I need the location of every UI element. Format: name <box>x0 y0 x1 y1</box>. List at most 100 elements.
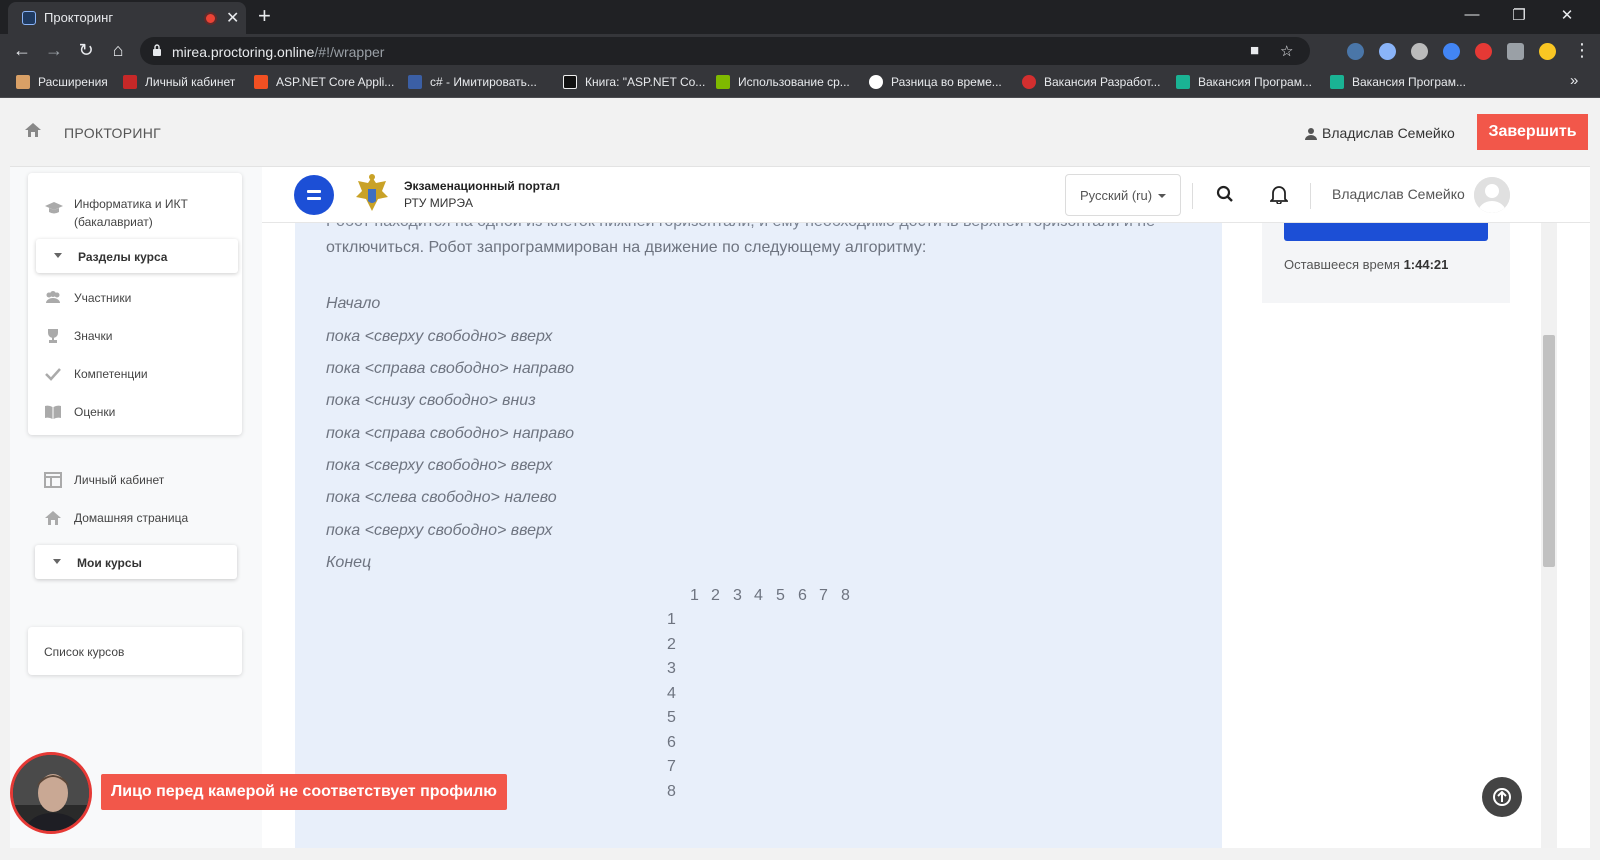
course-sections-toggle[interactable]: Разделы курса <box>36 239 238 273</box>
compass-extension-icon[interactable] <box>1411 43 1428 60</box>
back-icon[interactable]: ← <box>10 40 34 61</box>
algorithm-line: Начало <box>326 295 381 312</box>
finish-attempt-button[interactable] <box>1284 223 1488 241</box>
bookmark-item[interactable]: Вакансия Програм... <box>1330 75 1466 89</box>
close-window-icon[interactable]: ✕ <box>1552 6 1582 24</box>
bookmark-item[interactable]: Книга: "ASP.NET Co... <box>563 75 705 89</box>
downloads-icon[interactable] <box>1443 43 1460 60</box>
users-icon <box>46 291 60 303</box>
microsoft-icon <box>254 75 268 89</box>
site-header: Экзаменационный портал РТУ МИРЭА Русский… <box>262 167 1590 223</box>
adblock-extension-icon[interactable] <box>1475 43 1492 60</box>
dashboard-icon <box>44 472 62 488</box>
browser-tab[interactable]: Прокторинг ✕ <box>8 2 246 34</box>
time-remaining-value: 1:44:21 <box>1403 257 1449 272</box>
bell-icon[interactable] <box>1270 185 1288 204</box>
drawer-toggle-button[interactable] <box>294 175 334 215</box>
grid-column-header: 3 <box>733 587 742 604</box>
book-icon <box>563 75 577 89</box>
nav-item-label: Компетенции <box>74 367 148 381</box>
nav-item-participants[interactable]: Участники <box>28 283 242 313</box>
caret-down-icon <box>53 559 61 564</box>
bookmark-item[interactable]: Расширения <box>16 75 108 89</box>
language-select[interactable]: Русский (ru) <box>1065 174 1181 216</box>
tab-title: Прокторинг <box>44 10 114 25</box>
my-courses-label: Мои курсы <box>77 556 142 570</box>
kebab-menu-icon[interactable]: ⋮ <box>1570 40 1594 61</box>
download-extension-icon[interactable] <box>1379 43 1396 60</box>
camera-icon[interactable]: ■ <box>1250 42 1259 59</box>
grid-row-header: 3 <box>667 660 676 677</box>
home-icon[interactable] <box>24 122 42 138</box>
course-name-link[interactable]: Информатика и ИКТ (бакалавриат) <box>74 195 224 231</box>
bookmark-item[interactable]: c# - Имитировать... <box>408 75 537 89</box>
search-icon[interactable] <box>1216 185 1234 203</box>
puzzle-icon[interactable] <box>1507 43 1524 60</box>
bookmark-item[interactable]: ASP.NET Core Appli... <box>254 75 394 89</box>
clock-icon <box>869 75 883 89</box>
bookmark-item[interactable]: Личный кабинет <box>123 75 235 89</box>
home-icon[interactable]: ⌂ <box>106 40 130 61</box>
restore-icon[interactable]: ❐ <box>1504 6 1534 24</box>
stackoverflow-icon <box>408 75 422 89</box>
user-avatar-icon <box>1474 177 1510 213</box>
language-value: Русский (ru) <box>1080 188 1153 203</box>
proctoring-bar: ПРОКТОРИНГ Владислав Семейко Завершить <box>0 98 1600 168</box>
minimize-icon[interactable]: — <box>1457 6 1487 23</box>
nav-item-competencies[interactable]: Компетенции <box>28 359 242 389</box>
star-icon[interactable]: ☆ <box>1280 42 1293 60</box>
nav-item-label: Оценки <box>74 405 116 419</box>
vk-extension-icon[interactable] <box>1347 43 1364 60</box>
nav-item-label: Значки <box>74 329 113 343</box>
close-tab-icon[interactable]: ✕ <box>226 8 239 28</box>
nav-item-dashboard[interactable]: Личный кабинет <box>28 465 242 495</box>
back-to-top-button[interactable] <box>1482 777 1522 817</box>
nav-item-grades[interactable]: Оценки <box>28 397 242 427</box>
reload-icon[interactable]: ↻ <box>74 40 98 61</box>
exam-frame: Информатика и ИКТ (бакалавриат) Разделы … <box>10 166 1590 848</box>
grid-column-header: 6 <box>798 587 807 604</box>
bookmark-item[interactable]: Вакансия Разработ... <box>1022 75 1160 89</box>
grid-row-header: 4 <box>667 685 676 702</box>
graduation-cap-icon <box>45 202 63 214</box>
lock-icon <box>153 44 161 56</box>
algorithm-line: пока <слева свободно> налево <box>326 489 557 506</box>
browser-tab-bar: Прокторинг ✕ + — ❐ ✕ <box>0 0 1600 34</box>
algorithm-line: пока <сверху свободно> вверх <box>326 522 553 539</box>
address-bar[interactable]: mirea.proctoring.online/#!/wrapper ■ ☆ <box>140 37 1310 65</box>
more-bookmarks-button[interactable]: » <box>1570 72 1578 89</box>
caret-down-icon <box>1158 194 1166 198</box>
question-text: отключиться. Робот запрограммирован на д… <box>326 239 927 256</box>
eagle-emblem-icon <box>356 174 388 211</box>
my-courses-toggle[interactable]: Мои курсы <box>35 545 237 579</box>
finish-exam-button[interactable]: Завершить <box>1477 114 1588 150</box>
header-user-name[interactable]: Владислав Семейко <box>1332 186 1465 202</box>
new-tab-button[interactable]: + <box>258 3 271 29</box>
hh-icon <box>1022 75 1036 89</box>
bookmark-item[interactable]: Использование ср... <box>716 75 850 89</box>
nav-item-home[interactable]: Домашняя страница <box>28 503 242 533</box>
grid-row-header: 6 <box>667 734 676 751</box>
extensions-icon <box>16 75 30 89</box>
recording-icon <box>204 12 217 25</box>
grid-row-header: 1 <box>667 611 676 628</box>
forward-icon[interactable]: → <box>42 40 66 61</box>
superjob-icon <box>1330 75 1344 89</box>
bookmark-item[interactable]: Вакансия Програм... <box>1176 75 1312 89</box>
arrow-up-circle-icon <box>1493 788 1511 806</box>
avatar[interactable] <box>1474 177 1510 213</box>
scrollbar-thumb[interactable] <box>1543 335 1555 567</box>
divider <box>1192 183 1193 209</box>
course-list-link[interactable]: Список курсов <box>44 645 124 659</box>
nav-item-label: Домашняя страница <box>74 511 189 525</box>
grid-column-header: 5 <box>776 587 785 604</box>
nav-item-badges[interactable]: Значки <box>28 321 242 351</box>
face-mismatch-alert: Лицо перед камерой не соответствует проф… <box>101 774 507 810</box>
profile-avatar-icon[interactable] <box>1539 43 1556 60</box>
portal-title: Экзаменационный портал <box>404 179 560 193</box>
bookmark-item[interactable]: Разница во време... <box>869 75 1002 89</box>
book-open-icon <box>45 405 61 419</box>
nav-item-label: Участники <box>74 291 132 305</box>
grid-column-header: 1 <box>690 587 699 604</box>
microsoft-icon <box>716 75 730 89</box>
